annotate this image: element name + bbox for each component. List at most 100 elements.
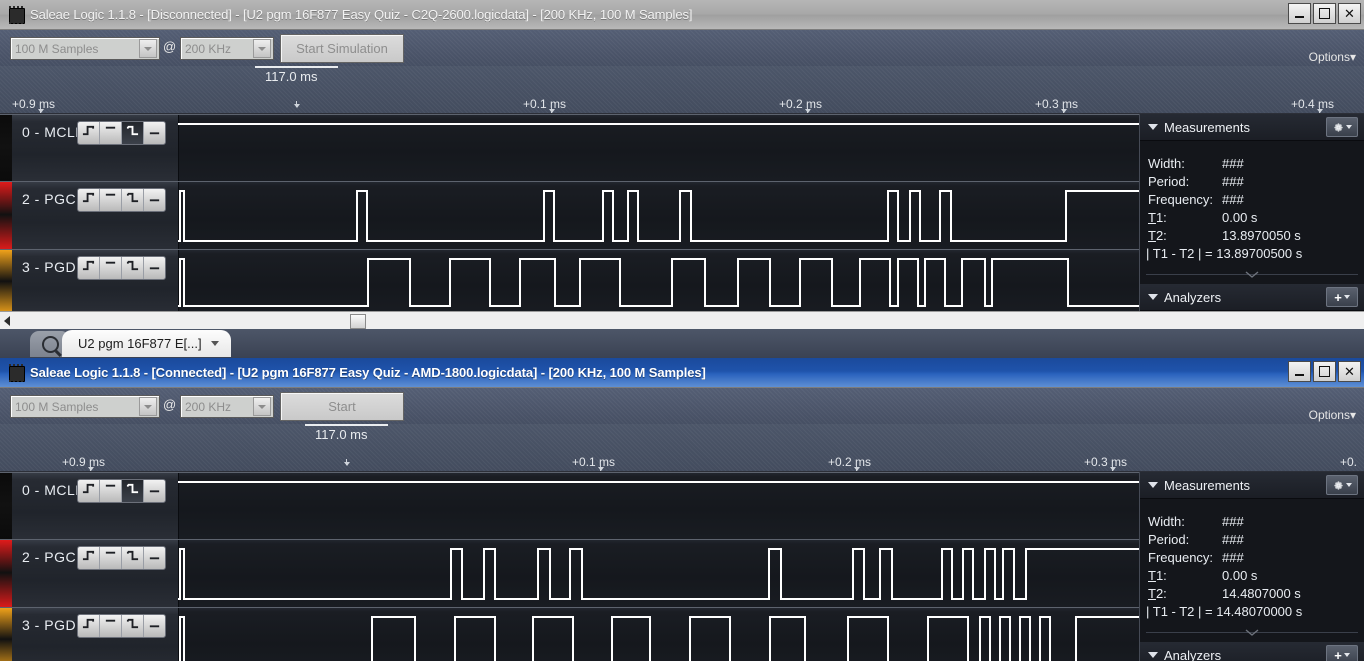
trigger-high-level-button[interactable] bbox=[100, 189, 122, 211]
high-level-icon bbox=[103, 124, 118, 142]
waveform-plot[interactable] bbox=[178, 115, 1140, 181]
channel-color-bar[interactable] bbox=[0, 608, 12, 661]
trigger-low-level-button[interactable] bbox=[144, 189, 165, 211]
measurements-header[interactable]: Measurements bbox=[1140, 114, 1364, 141]
trigger-button-group[interactable] bbox=[77, 614, 166, 638]
file-tab[interactable]: U2 pgm 16F877 E[...] bbox=[62, 330, 231, 357]
sample-rate-select[interactable]: 200 KHz bbox=[180, 395, 274, 418]
chevron-down-icon[interactable] bbox=[253, 39, 271, 58]
analyzers-title: Analyzers bbox=[1164, 290, 1221, 305]
resize-chevron-icon[interactable] bbox=[1245, 629, 1259, 636]
trigger-high-level-button[interactable] bbox=[100, 480, 122, 502]
analyzers-header[interactable]: Analyzers + bbox=[1140, 284, 1364, 311]
channel-color-bar[interactable] bbox=[0, 540, 12, 608]
titlebar-top[interactable]: Saleae Logic 1.1.8 - [Disconnected] - [U… bbox=[0, 0, 1364, 30]
chevron-down-icon[interactable] bbox=[211, 341, 219, 346]
chevron-down-icon[interactable] bbox=[253, 397, 271, 416]
channel-color-bar[interactable] bbox=[0, 473, 12, 539]
minimize-button[interactable] bbox=[1288, 3, 1311, 24]
waveform-plot[interactable] bbox=[178, 608, 1140, 661]
channel-color-bar[interactable] bbox=[0, 250, 12, 315]
options-menu[interactable]: Options▾ bbox=[1309, 50, 1356, 64]
trigger-falling-edge-button[interactable] bbox=[122, 615, 144, 637]
trigger-low-level-button[interactable] bbox=[144, 480, 165, 502]
sample-rate-select[interactable]: 200 KHz bbox=[180, 37, 274, 60]
channel-row[interactable]: 0 - MCLR bbox=[0, 472, 1140, 540]
maximize-button[interactable] bbox=[1313, 3, 1336, 24]
trigger-high-level-button[interactable] bbox=[100, 547, 122, 569]
time-ruler-bottom[interactable]: 117.0 ms +0.9 ms+0.1 ms+0.2 ms+0.3 ms+0. bbox=[0, 424, 1364, 472]
waveform-plot[interactable] bbox=[178, 182, 1140, 250]
trigger-rising-edge-button[interactable] bbox=[78, 480, 100, 502]
collapse-triangle-icon[interactable] bbox=[1148, 652, 1158, 658]
trigger-falling-edge-button[interactable] bbox=[122, 257, 144, 279]
channel-header[interactable]: 0 - MCLR bbox=[0, 115, 179, 181]
channel-color-bar[interactable] bbox=[0, 115, 12, 181]
time-ruler-top[interactable]: 117.0 ms +0.9 ms+0.1 ms+0.2 ms+0.3 ms+0.… bbox=[0, 66, 1364, 114]
collapse-triangle-icon[interactable] bbox=[1148, 124, 1158, 130]
channel-row[interactable]: 3 - PGD bbox=[0, 607, 1140, 661]
sample-count-select[interactable]: 100 M Samples bbox=[10, 395, 160, 418]
chevron-down-icon[interactable] bbox=[139, 397, 157, 416]
measurements-settings-button[interactable] bbox=[1326, 475, 1358, 495]
channel-header[interactable]: 3 - PGD bbox=[0, 250, 179, 315]
channel-row[interactable]: 3 - PGD bbox=[0, 249, 1140, 316]
caret-left-icon[interactable] bbox=[4, 316, 10, 326]
rising-edge-icon bbox=[81, 482, 96, 500]
start-simulation-button[interactable]: Start Simulation bbox=[280, 34, 404, 63]
measurements-settings-button[interactable] bbox=[1326, 117, 1358, 137]
resize-chevron-icon[interactable] bbox=[1245, 271, 1259, 278]
trigger-falling-edge-button[interactable] bbox=[122, 480, 144, 502]
channel-header[interactable]: 3 - PGD bbox=[0, 608, 179, 661]
trigger-falling-edge-button[interactable] bbox=[122, 189, 144, 211]
titlebar-bottom[interactable]: Saleae Logic 1.1.8 - [Connected] - [U2 p… bbox=[0, 358, 1364, 388]
maximize-button[interactable] bbox=[1313, 361, 1336, 382]
waveform-plot[interactable] bbox=[178, 250, 1140, 315]
chevron-down-icon[interactable] bbox=[139, 39, 157, 58]
channel-row[interactable]: 2 - PGC bbox=[0, 539, 1140, 609]
minimize-button[interactable] bbox=[1288, 361, 1311, 382]
trigger-falling-edge-button[interactable] bbox=[122, 547, 144, 569]
trigger-falling-edge-button[interactable] bbox=[122, 122, 144, 144]
trigger-low-level-button[interactable] bbox=[144, 547, 165, 569]
trigger-rising-edge-button[interactable] bbox=[78, 122, 100, 144]
trigger-low-level-button[interactable] bbox=[144, 257, 165, 279]
measurements-header[interactable]: Measurements bbox=[1140, 472, 1364, 499]
channel-row[interactable]: 2 - PGC bbox=[0, 181, 1140, 251]
channel-header[interactable]: 2 - PGC bbox=[0, 540, 179, 608]
collapse-triangle-icon[interactable] bbox=[1148, 294, 1158, 300]
channel-header[interactable]: 2 - PGC bbox=[0, 182, 179, 250]
high-level-icon bbox=[103, 482, 118, 500]
start-button[interactable]: Start bbox=[280, 392, 404, 421]
collapse-triangle-icon[interactable] bbox=[1148, 482, 1158, 488]
close-button[interactable]: ✕ bbox=[1338, 361, 1361, 382]
channel-row[interactable]: 0 - MCLR bbox=[0, 114, 1140, 182]
trigger-button-group[interactable] bbox=[77, 188, 166, 212]
waveform-plot[interactable] bbox=[178, 540, 1140, 608]
analyzers-header[interactable]: Analyzers + bbox=[1140, 642, 1364, 661]
close-button[interactable]: ✕ bbox=[1338, 3, 1361, 24]
trigger-rising-edge-button[interactable] bbox=[78, 615, 100, 637]
tab-scroll-strip[interactable] bbox=[0, 311, 1364, 331]
trigger-rising-edge-button[interactable] bbox=[78, 189, 100, 211]
trigger-high-level-button[interactable] bbox=[100, 122, 122, 144]
sample-count-select[interactable]: 100 M Samples bbox=[10, 37, 160, 60]
trigger-high-level-button[interactable] bbox=[100, 257, 122, 279]
add-analyzer-button[interactable]: + bbox=[1326, 645, 1358, 661]
add-analyzer-button[interactable]: + bbox=[1326, 287, 1358, 307]
trigger-button-group[interactable] bbox=[77, 479, 166, 503]
channel-color-bar[interactable] bbox=[0, 182, 12, 250]
trigger-high-level-button[interactable] bbox=[100, 615, 122, 637]
options-menu[interactable]: Options▾ bbox=[1309, 408, 1356, 422]
trigger-button-group[interactable] bbox=[77, 121, 166, 145]
measurement-value: ### bbox=[1222, 155, 1244, 173]
waveform-plot[interactable] bbox=[178, 473, 1140, 539]
trigger-rising-edge-button[interactable] bbox=[78, 547, 100, 569]
horizontal-scroll-thumb[interactable] bbox=[350, 314, 366, 329]
trigger-low-level-button[interactable] bbox=[144, 122, 165, 144]
trigger-low-level-button[interactable] bbox=[144, 615, 165, 637]
trigger-rising-edge-button[interactable] bbox=[78, 257, 100, 279]
trigger-button-group[interactable] bbox=[77, 546, 166, 570]
trigger-button-group[interactable] bbox=[77, 256, 166, 280]
channel-header[interactable]: 0 - MCLR bbox=[0, 473, 179, 539]
